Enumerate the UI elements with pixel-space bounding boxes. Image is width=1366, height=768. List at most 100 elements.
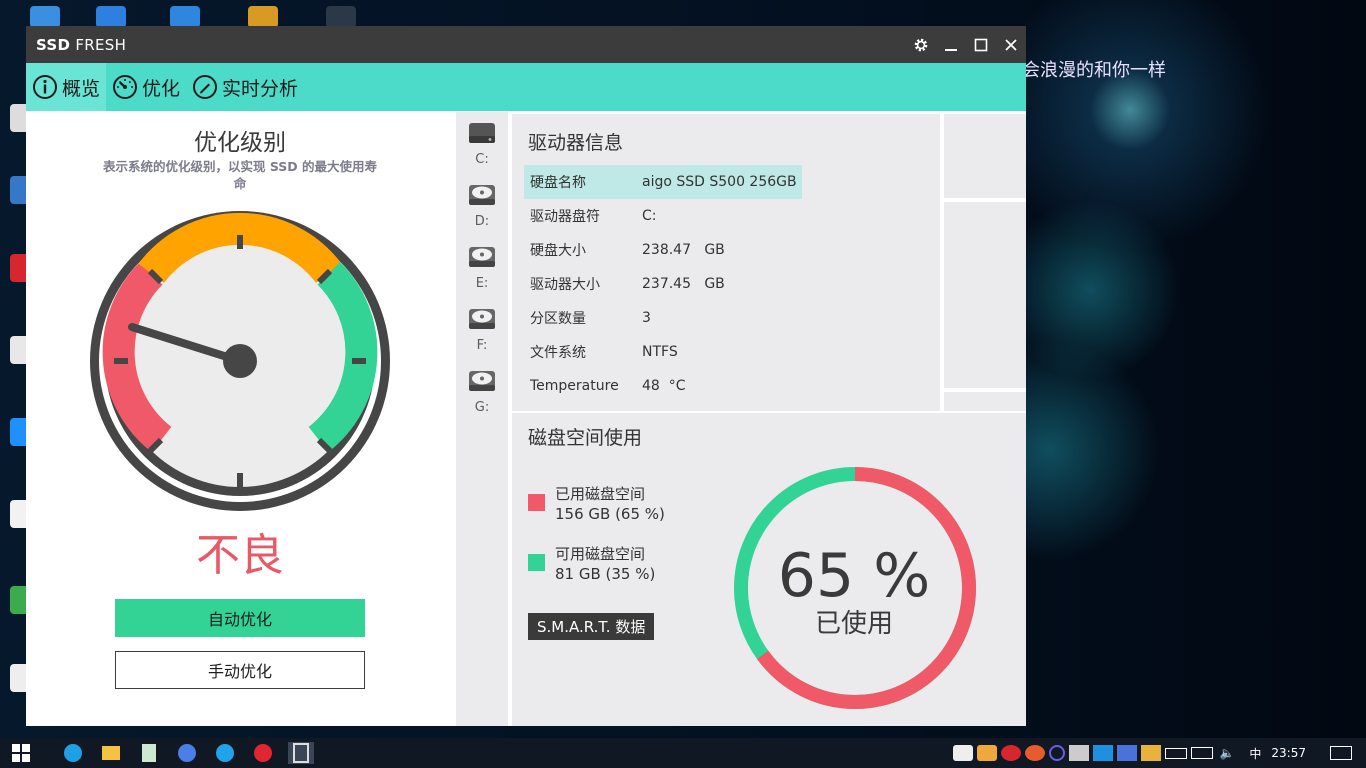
clock[interactable]: 23:57: [1271, 746, 1306, 760]
drive-label: G:: [474, 400, 490, 415]
tab-label: 优化: [142, 77, 181, 100]
legend-free-label: 可用磁盘空间: [555, 545, 646, 563]
drive-info-title: 驱动器信息: [528, 132, 624, 154]
speedometer-icon: [113, 75, 138, 99]
legend-used-label: 已用磁盘空间: [555, 485, 646, 503]
info-row-file-system: 文件系统 NTFS: [530, 344, 678, 361]
tab-label: 概览: [62, 77, 101, 100]
drive-item-d[interactable]: D:: [456, 181, 508, 229]
desktop-icon[interactable]: [170, 6, 200, 28]
battery-icon[interactable]: [1165, 747, 1188, 759]
drive-item-f[interactable]: F:: [456, 305, 508, 353]
drive-label: D:: [474, 214, 490, 229]
ssd-fresh-window: SSD FRESH 概览 优化 实时分析 优化级别 表示系统的优化级别，以实现 …: [26, 26, 1026, 726]
legend-used: 已用磁盘空间 156 GB (65 %): [528, 484, 665, 524]
tray-icon[interactable]: [1001, 745, 1022, 761]
drive-item-g[interactable]: G:: [456, 367, 508, 415]
desktop-icon[interactable]: [248, 6, 278, 28]
nav-bar: 概览 优化 实时分析: [26, 63, 1026, 111]
desktop-icon[interactable]: [326, 6, 356, 28]
tray-icon[interactable]: [1049, 745, 1066, 761]
tab-label: 实时分析: [222, 77, 299, 100]
legend-swatch-free: [528, 554, 545, 571]
drive-icon: [469, 247, 495, 267]
drive-label: C:: [475, 152, 489, 167]
manual-optimize-button[interactable]: 手动优化: [115, 651, 365, 689]
notification-icon[interactable]: [1330, 746, 1352, 760]
tray-icon[interactable]: [977, 745, 998, 761]
pencil-icon: [193, 75, 218, 99]
info-row-temperature: Temperature 48 °C: [530, 378, 686, 394]
drive-label: E:: [475, 276, 489, 291]
start-button[interactable]: [8, 742, 34, 764]
taskbar-edge-icon[interactable]: [60, 742, 86, 764]
taskbar-notepad-icon[interactable]: [136, 742, 162, 764]
close-icon: [1005, 38, 1017, 51]
legend-free-value: 81 GB (35 %): [555, 565, 656, 583]
drive-icon: [469, 185, 495, 205]
tray-icon[interactable]: [1069, 745, 1090, 761]
system-tray: 🔈 中 23:57: [951, 738, 1366, 768]
gear-icon: [914, 38, 928, 51]
taskbar-app-icon[interactable]: [212, 742, 238, 764]
taskbar-chrome-icon[interactable]: [174, 742, 200, 764]
tray-icon[interactable]: [1025, 745, 1046, 761]
smart-data-button[interactable]: S.M.A.R.T. 数据: [528, 613, 655, 640]
settings-button[interactable]: [906, 26, 936, 63]
taskbar: 🔈 中 23:57: [0, 738, 1366, 768]
taskbar-music-icon[interactable]: [250, 742, 276, 764]
desktop-icon[interactable]: [30, 6, 60, 28]
taskbar-ssd-fresh-icon[interactable]: [288, 742, 314, 764]
tray-icon[interactable]: [1117, 745, 1138, 761]
usage-caption: 已使用: [814, 609, 893, 639]
optimization-subtitle: 表示系统的优化级别，以实现 SSD 的最大使用寿命: [102, 159, 378, 191]
maximize-icon: [974, 38, 988, 51]
legend-swatch-used: [528, 494, 545, 511]
minimize-icon: [945, 48, 957, 51]
drive-info-panel: 驱动器信息 硬盘名称 aigo SSD S500 256GB 驱动器盘符 C: 硬盘…: [512, 114, 940, 411]
desktop-icon[interactable]: [96, 6, 126, 28]
drive-icon: [469, 371, 495, 391]
tab-optimize[interactable]: 优化: [106, 63, 186, 111]
drive-item-c[interactable]: C:: [456, 119, 508, 167]
side-box: [944, 114, 1026, 198]
side-box: [944, 202, 1026, 388]
drive-icon: [469, 123, 495, 143]
disk-usage-panel: 磁盘空间使用 已用磁盘空间 156 GB (65 %) 可用磁盘空间 81 GB…: [512, 413, 1026, 726]
disk-usage-title: 磁盘空间使用: [528, 427, 643, 449]
ime-indicator[interactable]: 中: [1249, 745, 1261, 762]
optimization-title: 优化级别: [194, 130, 286, 156]
tray-icon[interactable]: [1141, 745, 1162, 761]
drive-item-e[interactable]: E:: [456, 243, 508, 291]
info-row-disk-size: 硬盘大小 238.47 GB: [530, 242, 725, 259]
tab-realtime-analysis[interactable]: 实时分析: [186, 63, 304, 111]
usage-percent: 65 %: [777, 541, 931, 611]
optimization-panel: 优化级别 表示系统的优化级别，以实现 SSD 的最大使用寿命 不良 自动优化 手…: [26, 111, 456, 726]
minimize-button[interactable]: [936, 26, 966, 63]
info-row-disk-name: 硬盘名称 aigo SSD S500 256GB: [524, 165, 802, 199]
title-bar[interactable]: SSD FRESH: [26, 26, 1026, 63]
info-row-partitions: 分区数量 3: [530, 310, 651, 327]
drive-list: C: D: E: F: G:: [456, 111, 510, 726]
volume-icon[interactable]: 🔈: [1217, 745, 1237, 761]
optimization-verdict: 不良: [196, 530, 284, 581]
tray-icon[interactable]: [1093, 745, 1114, 761]
window-title: SSD FRESH: [36, 35, 127, 54]
optimization-gauge: [90, 211, 390, 511]
tab-overview[interactable]: 概览: [26, 63, 107, 111]
legend-used-value: 156 GB (65 %): [555, 505, 665, 523]
auto-optimize-button[interactable]: 自动优化: [115, 599, 365, 637]
close-button[interactable]: [996, 26, 1026, 63]
windows-icon: [12, 744, 30, 762]
side-info-boxes: [942, 114, 1026, 411]
tray-icon[interactable]: [953, 745, 974, 761]
info-row-drive-size: 驱动器大小 237.45 GB: [530, 276, 725, 293]
legend-free: 可用磁盘空间 81 GB (35 %): [528, 544, 655, 584]
drive-icon: [469, 309, 495, 329]
drive-label: F:: [476, 338, 488, 353]
taskbar-folder-icon[interactable]: [98, 742, 124, 764]
info-icon: [33, 75, 57, 99]
info-row-drive-letter: 驱动器盘符 C:: [530, 208, 657, 225]
maximize-button[interactable]: [966, 26, 996, 63]
network-icon[interactable]: [1191, 747, 1214, 759]
